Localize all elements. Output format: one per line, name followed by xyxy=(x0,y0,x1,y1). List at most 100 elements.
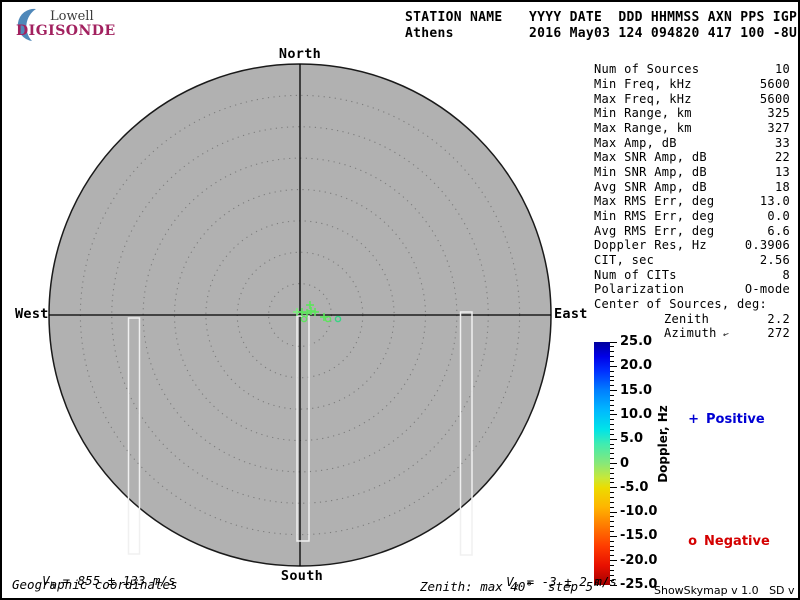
colorbar-tick xyxy=(610,473,614,474)
colorbar-tick-label: 0 xyxy=(620,456,629,471)
colorbar-tick xyxy=(610,502,614,503)
white-bar xyxy=(461,312,473,555)
legend-negative-label: Negative xyxy=(704,534,770,549)
colorbar-tick-label: -20.0 xyxy=(620,553,657,568)
stat-label: Center of Sources, deg: xyxy=(594,297,767,311)
white-bar xyxy=(129,318,140,554)
stat-value: 8 xyxy=(782,268,790,282)
zenith-ring xyxy=(237,252,363,378)
colorbar-tick xyxy=(610,366,617,367)
zenith-ring xyxy=(112,127,489,504)
stat-value: O-mode xyxy=(745,282,790,296)
colorbar-tick xyxy=(610,390,617,391)
source-circle-marker xyxy=(335,316,340,321)
stat-row: Avg SNR Amp, dB18 xyxy=(594,179,790,194)
colorbar-tick xyxy=(610,492,614,493)
colorbar-tick xyxy=(610,351,614,352)
colorbar-tick xyxy=(610,448,614,449)
zenith-ring xyxy=(80,95,519,534)
colorbar-ticks: 25.020.015.010.05.00-5.0-10.0-15.0-20.0-… xyxy=(594,342,664,587)
stat-label: Max Range, km xyxy=(594,121,692,135)
stat-row: CIT, sec2.56 xyxy=(594,253,790,268)
station-name-value: Athens xyxy=(405,26,454,41)
legend-negative: o Negative xyxy=(670,519,770,564)
colorbar-tick xyxy=(610,546,614,547)
colorbar-tick-label: 10.0 xyxy=(620,407,652,422)
stat-row: Max Range, km 327 xyxy=(594,121,790,136)
colorbar-tick xyxy=(610,361,614,362)
logo-digisonde-text: DIGISONDE xyxy=(16,23,116,39)
circle-marker-icon: o xyxy=(688,534,697,549)
skymap-outer-circle xyxy=(49,64,551,566)
colorbar-tick xyxy=(610,487,617,488)
zenith-ring xyxy=(269,284,332,347)
stat-row: Avg RMS Err, deg 6.6 xyxy=(594,223,790,238)
stat-label: Azimuth← xyxy=(664,326,729,340)
colorbar-tick xyxy=(610,356,614,357)
stat-value: 13 xyxy=(775,165,790,179)
stat-row: Center of Sources, deg: xyxy=(594,297,790,312)
station-name-header: STATION NAME xyxy=(405,10,503,25)
stat-row: Num of CITs 8 xyxy=(594,267,790,282)
colorbar-tick xyxy=(610,526,614,527)
colorbar-tick xyxy=(610,458,614,459)
compass-south-label: South xyxy=(281,568,323,584)
stats-panel: Num of Sources10Min Freq, kHz5600Max Fre… xyxy=(594,62,790,341)
stat-label: Max Freq, kHz xyxy=(594,92,692,106)
colorbar-tick xyxy=(610,439,617,440)
zenith-range-note: Zenith: max 40° step 5° xyxy=(420,579,601,594)
azimuth-direction-icon: ← xyxy=(721,329,730,341)
coordinates-note: Geographic coordinates xyxy=(12,577,178,592)
colorbar-tick xyxy=(610,482,614,483)
stat-row: Min SNR Amp, dB13 xyxy=(594,165,790,180)
stat-label: Max Amp, dB xyxy=(594,136,677,150)
legend-positive-label: Positive xyxy=(706,412,765,427)
colorbar-tick xyxy=(610,400,614,401)
stat-row: Min Freq, kHz5600 xyxy=(594,77,790,92)
colorbar-tick xyxy=(610,512,617,513)
stat-value: 33 xyxy=(775,136,790,150)
colorbar-tick xyxy=(610,468,614,469)
stat-value: 6.6 xyxy=(767,224,790,238)
stat-label: Min Freq, kHz xyxy=(594,77,692,91)
legend-positive: + Positive xyxy=(670,397,765,442)
stat-value: 22 xyxy=(775,150,790,164)
colorbar-tick xyxy=(610,516,614,517)
stat-value: 0.3906 xyxy=(745,238,790,252)
datetime-header: YYYY DATE DDD HHMMSS AXN PPS IGP xyxy=(529,10,797,25)
plus-marker-icon: + xyxy=(688,412,699,427)
stat-label: Num of CITs xyxy=(594,268,677,282)
stat-row: Max SNR Amp, dB 22 xyxy=(594,150,790,165)
datetime-value: 2016 May03 124 094820 417 100 -8U xyxy=(529,26,797,41)
colorbar-tick xyxy=(610,395,614,396)
colorbar-tick xyxy=(610,346,614,347)
stat-value: 2.2 xyxy=(767,312,790,326)
stat-row: Max Freq, kHz5600 xyxy=(594,91,790,106)
colorbar-tick xyxy=(610,342,617,343)
colorbar-tick-label: 25.0 xyxy=(620,334,652,349)
stat-label: Max RMS Err, deg xyxy=(594,194,714,208)
stat-label: Max SNR Amp, dB xyxy=(594,150,707,164)
stat-label: Min Range, km xyxy=(594,106,692,120)
colorbar-tick xyxy=(610,444,614,445)
zenith-ring xyxy=(206,221,394,409)
stat-row: Num of Sources10 xyxy=(594,62,790,77)
stat-label: Doppler Res, Hz xyxy=(594,238,707,252)
compass-east-label: East xyxy=(554,306,588,322)
source-circle-marker xyxy=(301,316,306,321)
colorbar-tick xyxy=(610,434,614,435)
colorbar-tick xyxy=(610,531,614,532)
stat-value: 10 xyxy=(775,62,790,76)
stat-row: Doppler Res, Hz 0.3906 xyxy=(594,238,790,253)
stat-value: 13.0 xyxy=(760,194,790,208)
colorbar-tick xyxy=(610,371,614,372)
colorbar-tick-label: 20.0 xyxy=(620,358,652,373)
stat-label: Avg RMS Err, deg xyxy=(594,224,714,238)
colorbar-tick-label: -10.0 xyxy=(620,504,657,519)
compass-west-label: West xyxy=(15,306,49,322)
colorbar-tick-label: -5.0 xyxy=(620,480,648,495)
stat-value: 327 xyxy=(767,121,790,135)
zenith-ring xyxy=(143,158,457,472)
colorbar-tick xyxy=(610,410,614,411)
zenith-ring xyxy=(175,190,426,441)
